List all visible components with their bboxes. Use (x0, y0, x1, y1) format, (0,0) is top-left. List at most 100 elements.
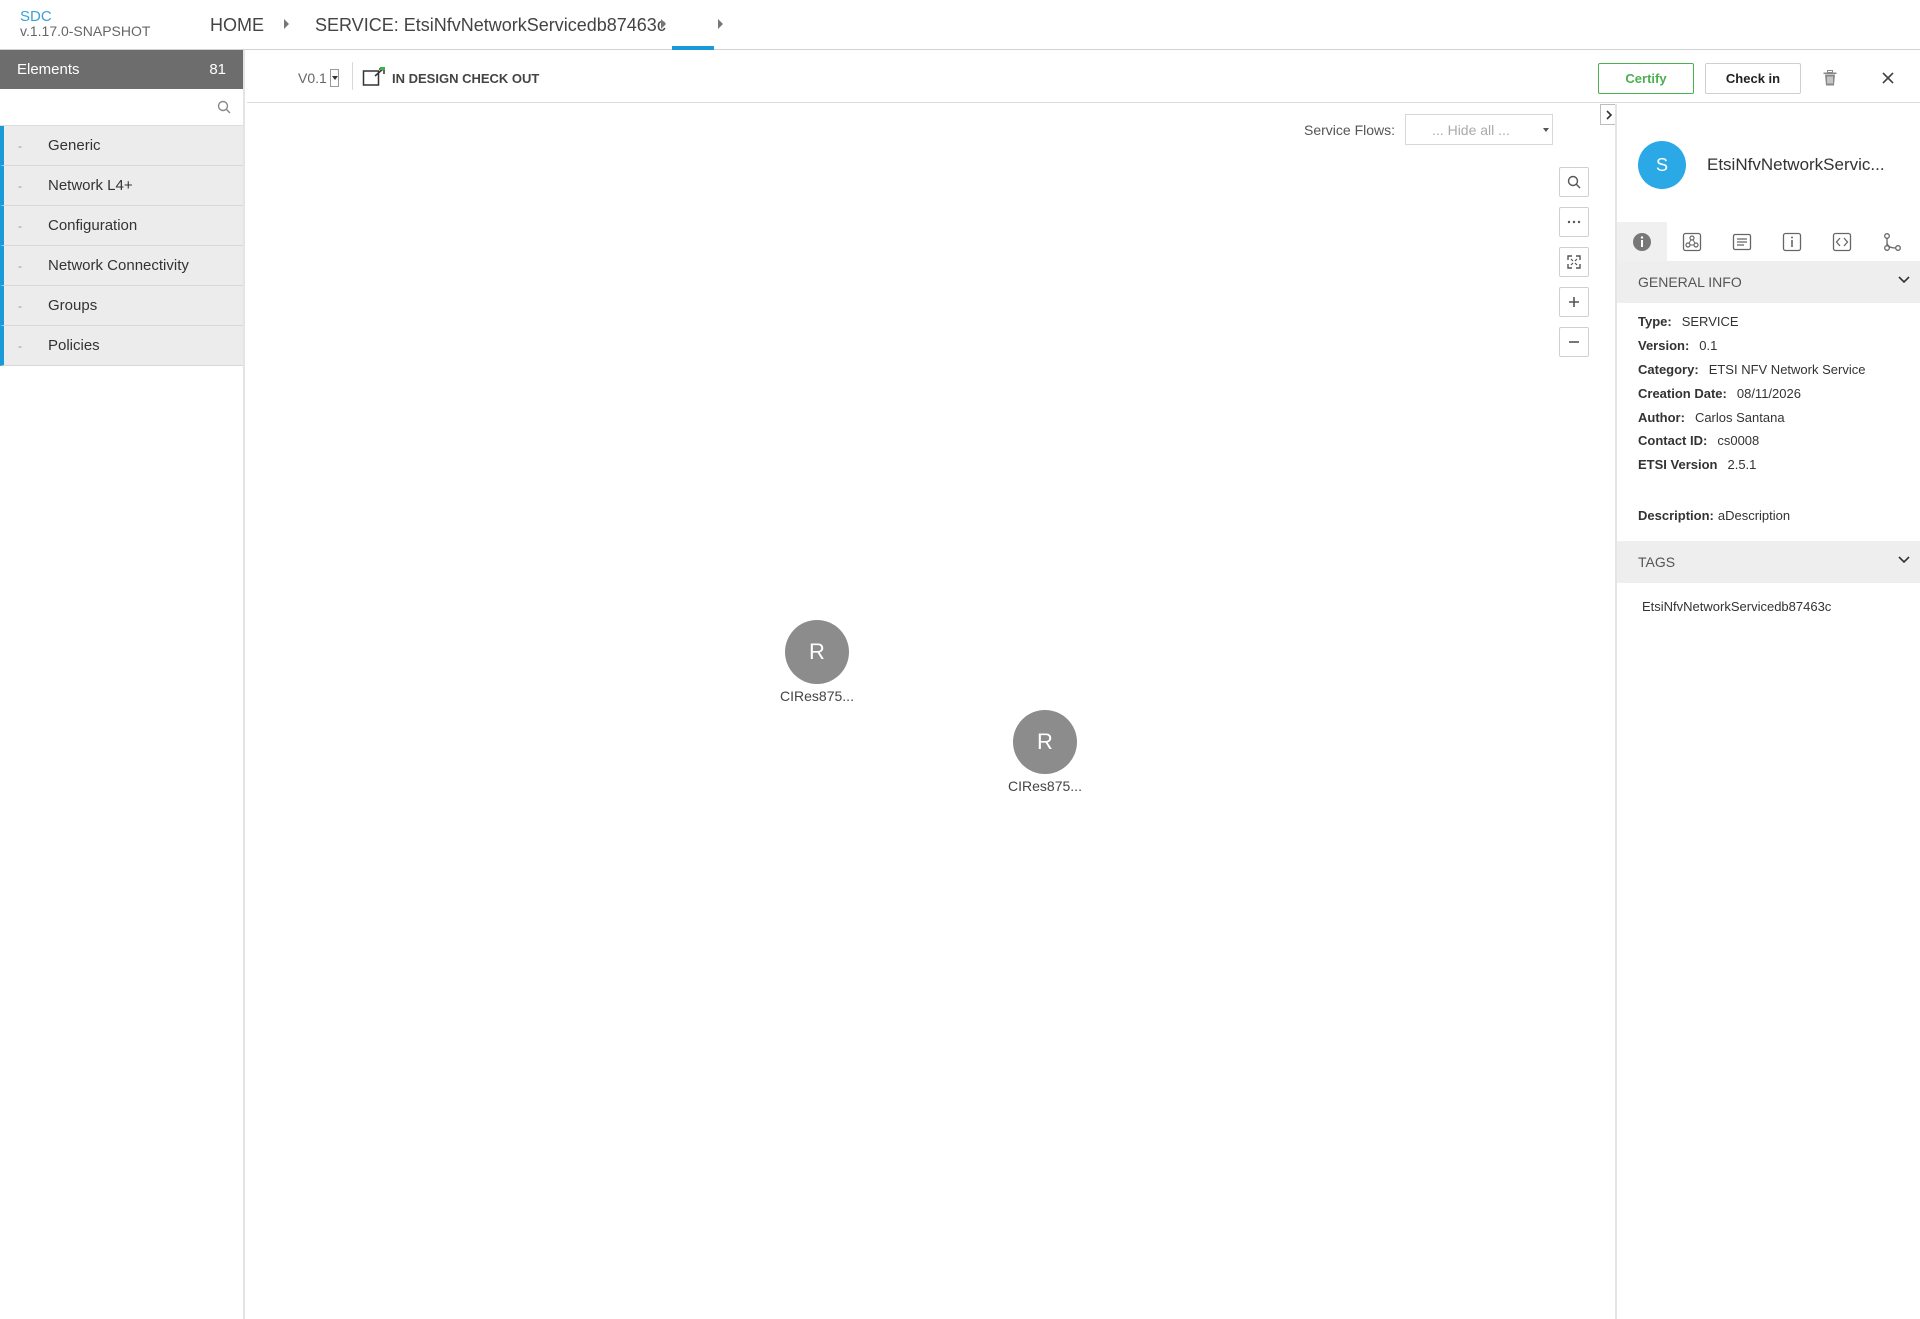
info-description: Description: aDescription (1638, 508, 1790, 523)
palette-group-groups[interactable]: - Groups (0, 286, 243, 326)
info-creation-date: Creation Date: 08/11/2026 (1638, 386, 1801, 401)
details-panel: S EtsiNfvNetworkServic... GENERAL INFO T… (1615, 104, 1920, 1319)
node-label: CIRes875... (1008, 778, 1082, 794)
properties-icon (1782, 232, 1802, 252)
app-name: SDC (20, 8, 52, 25)
version-value: V0.1 (298, 70, 327, 86)
palette-group-network-l4[interactable]: - Network L4+ (0, 166, 243, 206)
palette-title: Elements (17, 61, 80, 78)
chevron-down-icon (329, 69, 339, 87)
tab-properties[interactable] (1767, 222, 1817, 262)
service-flows-select[interactable]: ... Hide all ... (1405, 114, 1554, 145)
relations-icon (1884, 233, 1901, 251)
info-value: 2.5.1 (1727, 457, 1757, 472)
tab-deployment-artifacts[interactable] (1717, 222, 1767, 262)
info-value: 08/11/2026 (1736, 386, 1801, 401)
info-etsi-version: ETSI Version 2.5.1 (1638, 457, 1756, 472)
certify-button[interactable]: Certify (1598, 63, 1694, 94)
breadcrumb-arrow-icon[interactable] (661, 19, 666, 29)
fit-to-screen-icon[interactable] (1559, 247, 1589, 277)
tab-relations[interactable] (1867, 222, 1917, 262)
node-icon[interactable]: R (785, 620, 849, 684)
zoom-in-icon[interactable] (1559, 287, 1589, 317)
search-icon[interactable] (1559, 167, 1589, 197)
close-icon[interactable] (1882, 71, 1894, 89)
palette-group-configuration[interactable]: - Configuration (0, 206, 243, 246)
toolbar-divider (352, 62, 353, 90)
composition-canvas[interactable]: Service Flows: ... Hide all ... R CIRes8… (247, 104, 1615, 1319)
info-key: Creation Date: (1638, 386, 1727, 401)
app-logo[interactable]: SDC v.1.17.0-SNAPSHOT (20, 9, 150, 39)
info-version: Version: 0.1 (1638, 338, 1717, 353)
collapse-icon: - (18, 218, 22, 233)
chevron-down-icon (1898, 276, 1910, 284)
panel-header: S EtsiNfvNetworkServic... (1617, 104, 1920, 224)
breadcrumb-arrow-icon[interactable] (718, 19, 723, 29)
tab-api[interactable] (1817, 222, 1867, 262)
more-options-icon[interactable] (1559, 207, 1589, 237)
info-value: 0.1 (1699, 338, 1718, 353)
collapse-icon: - (18, 138, 22, 153)
breadcrumb-arrow-icon (284, 19, 289, 29)
palette-group-network-connectivity[interactable]: - Network Connectivity (0, 246, 243, 286)
tab-general-info[interactable] (1617, 222, 1667, 262)
collapse-icon: - (18, 178, 22, 193)
info-key: Version: (1638, 338, 1690, 353)
info-value: cs0008 (1717, 433, 1760, 448)
zoom-out-icon[interactable] (1559, 327, 1589, 357)
info-key: Contact ID: (1638, 433, 1708, 448)
info-key: Type: (1638, 314, 1672, 329)
info-key: Author: (1638, 410, 1685, 425)
avatar: S (1638, 141, 1686, 189)
palette-group-label: Generic (48, 137, 101, 154)
section-title: TAGS (1638, 554, 1676, 570)
node-icon[interactable]: R (1013, 710, 1077, 774)
canvas-node[interactable]: R CIRes875... (1000, 710, 1090, 794)
palette-count: 81 (209, 61, 226, 78)
info-key: ETSI Version (1638, 457, 1718, 472)
tab-composition[interactable] (1667, 222, 1717, 262)
palette-group-label: Network Connectivity (48, 257, 189, 274)
checkout-icon (362, 67, 386, 90)
search-icon[interactable] (217, 100, 231, 119)
breadcrumb-home[interactable]: HOME (210, 15, 264, 36)
info-key: Category: (1638, 362, 1699, 377)
document-icon (1732, 233, 1752, 251)
chevron-right-icon (1605, 109, 1612, 120)
top-header: SDC v.1.17.0-SNAPSHOT HOME SERVICE: Etsi… (0, 0, 1920, 50)
app-version: v.1.17.0-SNAPSHOT (20, 23, 151, 39)
info-contact-id: Contact ID: cs0008 (1638, 433, 1759, 448)
status-text: IN DESIGN CHECK OUT (392, 71, 540, 86)
palette-search-input[interactable] (0, 89, 243, 125)
composition-icon (1682, 232, 1702, 252)
info-author: Author: Carlos Santana (1638, 410, 1785, 425)
trash-icon[interactable] (1823, 70, 1837, 91)
palette-group-generic[interactable]: - Generic (0, 126, 243, 166)
info-key: Description: (1638, 508, 1714, 523)
palette-group-label: Groups (48, 297, 98, 314)
breadcrumb-service[interactable]: SERVICE: EtsiNfvNetworkServicedb87463c (315, 15, 666, 36)
check-in-button[interactable]: Check in (1705, 63, 1801, 94)
general-info-header[interactable]: GENERAL INFO (1617, 261, 1920, 303)
code-icon (1832, 232, 1852, 252)
section-title: GENERAL INFO (1638, 274, 1742, 290)
palette-group-policies[interactable]: - Policies (0, 326, 243, 366)
tag-item: EtsiNfvNetworkServicedb87463c (1642, 599, 1832, 614)
version-select[interactable]: V0.1 (298, 69, 339, 87)
palette-search (0, 89, 243, 126)
tags-header[interactable]: TAGS (1617, 541, 1920, 583)
collapse-icon: - (18, 298, 22, 313)
info-value: SERVICE (1681, 314, 1739, 329)
panel-tabs (1617, 222, 1920, 262)
service-flows-label: Service Flows: (1304, 121, 1396, 138)
workspace-toolbar: V0.1 IN DESIGN CHECK OUT Certify Check i… (247, 50, 1920, 103)
palette-header: Elements 81 (0, 50, 243, 89)
palette-group-label: Network L4+ (48, 177, 133, 194)
collapse-icon: - (18, 258, 22, 273)
palette-group-label: Policies (48, 337, 100, 354)
service-flows: Service Flows: ... Hide all ... (1304, 114, 1554, 145)
lifecycle-status: IN DESIGN CHECK OUT (362, 67, 539, 90)
panel-title: EtsiNfvNetworkServic... (1707, 155, 1885, 174)
info-category: Category: ETSI NFV Network Service (1638, 362, 1865, 377)
canvas-node[interactable]: R CIRes875... (772, 620, 862, 704)
